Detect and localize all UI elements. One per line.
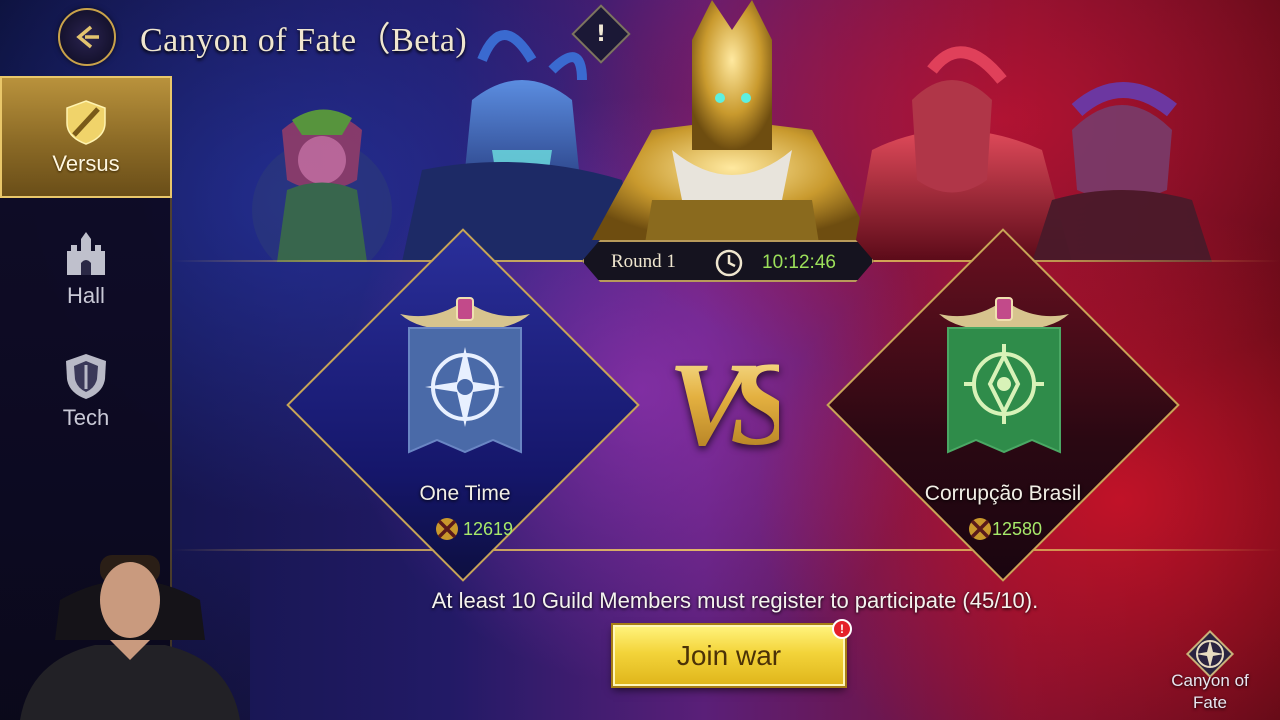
canyon-of-fate-label: Canyon of Fate	[1171, 671, 1249, 712]
castle-icon	[67, 232, 105, 275]
page-title: Canyon of Fate（Beta)	[140, 22, 468, 59]
round-timer-bar: Round 1 10:12:46	[582, 240, 874, 282]
back-arrow-icon	[76, 25, 99, 49]
compass-emblem-icon[interactable]	[395, 292, 535, 462]
canyon-of-fate-link[interactable]: Canyon of Fate	[1160, 622, 1260, 718]
vampire-hero	[852, 46, 1072, 262]
golden-knight-hero	[592, 0, 872, 262]
right-team-score: 12580	[992, 519, 1043, 539]
webcam-overlay	[0, 540, 250, 720]
sidebar-tab-versus[interactable]: Versus	[0, 76, 172, 198]
eye-emblem-icon[interactable]	[934, 292, 1074, 462]
registration-requirement: At least 10 Guild Members must register …	[431, 588, 1039, 613]
game-screen: Canyon of Fate（Beta) ! Versus Hall Tech …	[0, 0, 1280, 720]
left-team-score: 12619	[463, 519, 514, 539]
info-icon: !	[595, 21, 607, 47]
elf-hero	[1032, 82, 1212, 262]
left-team-name: One Time	[419, 482, 511, 505]
crossed-swords-icon	[969, 518, 991, 540]
join-war-button[interactable]: Join war	[613, 625, 845, 686]
sidebar-tab-label: Tech	[62, 405, 110, 430]
clock-icon	[714, 248, 744, 278]
sidebar-tab-label: Hall	[67, 283, 105, 308]
vs-label: VS	[668, 335, 797, 473]
crest-shield-icon	[66, 354, 106, 399]
streamer-silhouette	[20, 555, 240, 720]
bottom-divider	[172, 549, 1280, 551]
crossed-swords-icon	[436, 518, 458, 540]
sidebar-tab-tech[interactable]: Tech	[0, 330, 172, 452]
round-label: Round 1	[611, 251, 676, 272]
round-timer: 10:12:46	[762, 252, 836, 273]
sidebar-tab-hall[interactable]: Hall	[0, 208, 172, 330]
right-team-name: Corrupção Brasil	[924, 482, 1082, 505]
sidebar-tab-label: Versus	[52, 151, 120, 176]
alert-badge: !	[832, 619, 852, 639]
shield-sword-icon	[66, 100, 106, 145]
back-button[interactable]	[58, 8, 116, 66]
fairy-hero	[252, 109, 392, 280]
